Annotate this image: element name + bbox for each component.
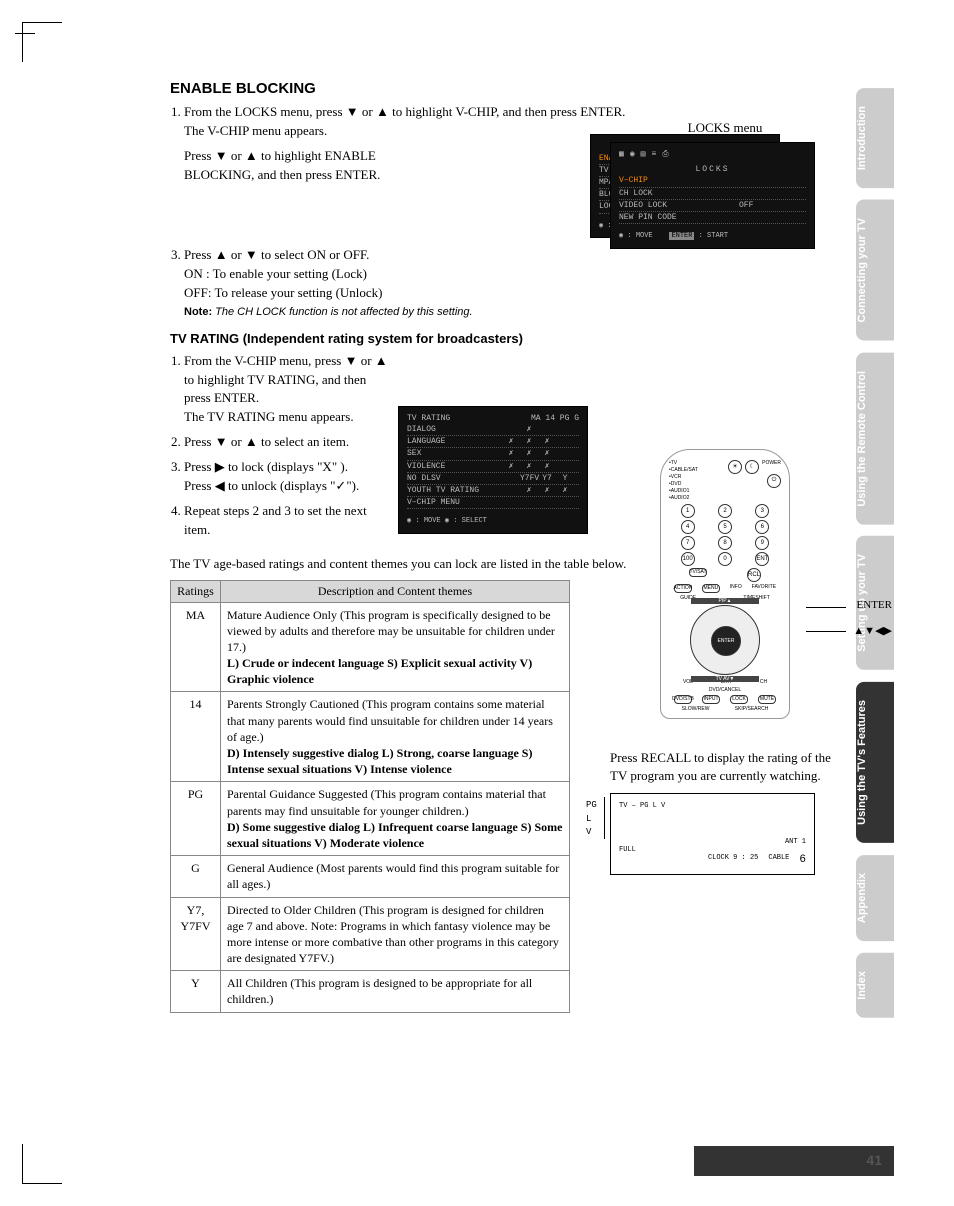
locks-menu-title: LOCKS menu bbox=[610, 120, 840, 136]
ratings-header-left: Ratings bbox=[171, 580, 221, 602]
remote-bottom-button[interactable]: DVD/STB bbox=[674, 695, 692, 704]
remote-mode-label: •AUDIO1 bbox=[669, 488, 698, 495]
recall-channel: 6 bbox=[799, 854, 806, 866]
osd-locks-row: NEW PIN CODE bbox=[619, 212, 806, 224]
remote-diagram: •TV•CABLE/SAT•VCR•DVD•AUDIO1•AUDIO2 ☀ ☾ … bbox=[660, 449, 790, 719]
menu-icon: ≡ bbox=[651, 149, 656, 160]
osd-tvr-title: TV RATING bbox=[407, 413, 450, 424]
callout-line bbox=[806, 631, 846, 632]
sleep-button[interactable]: ☾ bbox=[745, 460, 759, 474]
tvr-step3b: Press ◀ to unlock (displays "✓"). bbox=[184, 477, 394, 496]
osd-locks-footer-start: : START bbox=[694, 232, 728, 240]
table-row: PGParental Guidance Suggested (This prog… bbox=[171, 782, 570, 856]
recall-text: Press RECALL to display the rating of th… bbox=[610, 749, 840, 785]
osd-locks-title: LOCKS bbox=[619, 164, 806, 175]
power-label: POWER bbox=[762, 460, 781, 474]
osd-tvr-row: NO DLSVY7FVY7Y bbox=[407, 473, 579, 485]
tvr-step1-sub: The TV RATING menu appears. bbox=[184, 408, 394, 427]
action-button[interactable]: ACTION bbox=[674, 584, 692, 593]
step-2-text: Press ▼ or ▲ to highlight ENABLE BLOCKIN… bbox=[184, 148, 380, 182]
page-number: 41 bbox=[866, 1152, 882, 1168]
tvr-step3a: Press ▶ to lock (displays "X" ). bbox=[184, 459, 348, 474]
bracket bbox=[604, 797, 605, 839]
menu-icon: ◉ bbox=[630, 149, 635, 160]
step-3-text: Press ▲ or ▼ to select ON or OFF. bbox=[184, 247, 369, 262]
ratings-header-right: Description and Content themes bbox=[221, 580, 570, 602]
osd-tvr-row: DIALOG✗ bbox=[407, 424, 579, 436]
menu-button[interactable]: MENU bbox=[702, 584, 720, 593]
number-button[interactable]: 9 bbox=[755, 536, 769, 550]
light-button[interactable]: ☀ bbox=[728, 460, 742, 474]
table-row: GGeneral Audience (Most parents would fi… bbox=[171, 856, 570, 897]
number-button[interactable]: 5 bbox=[718, 520, 732, 534]
heading-enable-blocking: ENABLE BLOCKING bbox=[170, 80, 790, 97]
enter-button[interactable]: ENTER bbox=[711, 626, 741, 656]
number-button[interactable]: 3 bbox=[755, 504, 769, 518]
tvr-step2: Press ▼ or ▲ to select an item. bbox=[184, 434, 349, 449]
osd-recall: TV – PG L V ANT 1 FULL CLOCK 9 : 25 CABL… bbox=[610, 793, 815, 875]
number-button[interactable]: 100 bbox=[681, 552, 695, 566]
recall-main: TV – PG L V bbox=[619, 802, 806, 810]
ratings-table: Ratings Description and Content themes M… bbox=[170, 580, 570, 1013]
osd-locks: ▦ ◉ ▤ ≡ ⎙ LOCKS V–CHIPCH LOCKVIDEO LOCKO… bbox=[610, 142, 815, 249]
osd-locks-row: CH LOCK bbox=[619, 188, 806, 200]
osd-locks-enter-badge: ENTER bbox=[669, 232, 694, 240]
tvr-step4: Repeat steps 2 and 3 to set the next ite… bbox=[184, 503, 367, 537]
osd-locks-row: VIDEO LOCKOFF bbox=[619, 200, 806, 212]
callout-enter: ENTER bbox=[857, 599, 892, 611]
table-row: 14Parents Strongly Cautioned (This progr… bbox=[171, 692, 570, 782]
callout-arrows: ▲▼◀▶ bbox=[853, 624, 892, 637]
osd-tvr-cols: MA 14 PG G bbox=[531, 413, 579, 424]
osd-tv-rating: TV RATING MA 14 PG G DIALOG✗LANGUAGE✗✗✗S… bbox=[398, 406, 588, 534]
recall-ant: ANT 1 bbox=[785, 838, 806, 846]
osd-tvr-row: V–CHIP MENU bbox=[407, 497, 579, 509]
table-row: MAMature Audience Only (This program is … bbox=[171, 602, 570, 692]
number-button[interactable]: 8 bbox=[718, 536, 732, 550]
tvr-step1: From the V-CHIP menu, press ▼ or ▲ to hi… bbox=[184, 353, 388, 406]
menu-icon: ▤ bbox=[641, 149, 646, 160]
steps-tv-rating: From the V-CHIP menu, press ▼ or ▲ to hi… bbox=[184, 352, 394, 546]
remote-bottom-button[interactable]: INPUT bbox=[702, 695, 720, 704]
number-button[interactable]: 4 bbox=[681, 520, 695, 534]
table-row: YAll Children (This program is designed … bbox=[171, 971, 570, 1012]
dpad[interactable]: PIP▲ ENTER TV AV▼ bbox=[690, 605, 760, 675]
step-1-text: From the LOCKS menu, press ▼ or ▲ to hig… bbox=[184, 104, 625, 119]
osd-tvr-row: SEX✗✗✗ bbox=[407, 448, 579, 460]
osd-tvr-row: YOUTH TV RATING✗✗✗ bbox=[407, 485, 579, 497]
remote-bottom-label: SKIP/SEARCH bbox=[735, 706, 769, 712]
number-button[interactable]: ENT bbox=[755, 552, 769, 566]
menu-icon: ▦ bbox=[619, 149, 624, 160]
osd-locks-footer-move: ◉ : MOVE bbox=[619, 232, 653, 240]
osd-tvr-row: LANGUAGE✗✗✗ bbox=[407, 436, 579, 448]
recall-left-labels: PG L V bbox=[586, 799, 597, 840]
table-row: Y7, Y7FVDirected to Older Children (This… bbox=[171, 897, 570, 971]
tvsat-button[interactable]: TV/SAT bbox=[689, 568, 707, 577]
osd-tvr-footer: ◉ : MOVE ◉ : SELECT bbox=[407, 517, 579, 527]
remote-mode-label: •TV bbox=[669, 460, 698, 467]
number-button[interactable]: 1 bbox=[681, 504, 695, 518]
power-button[interactable]: ⏻ bbox=[767, 474, 781, 488]
remote-mode-label: •CABLE/SAT bbox=[669, 467, 698, 474]
recall-clock: CLOCK 9 : 25 bbox=[708, 854, 758, 866]
number-button[interactable]: 6 bbox=[755, 520, 769, 534]
osd-tvr-row: VIOLENCE✗✗✗ bbox=[407, 461, 579, 473]
remote-bottom-label: SLOW/REW bbox=[682, 706, 710, 712]
remote-mode-label: •AUDIO2 bbox=[669, 495, 698, 502]
recall-full: FULL bbox=[619, 846, 636, 854]
callout-line bbox=[806, 607, 846, 608]
remote-mode-label: •DVD bbox=[669, 481, 698, 488]
number-button[interactable]: 2 bbox=[718, 504, 732, 518]
menu-icon: ⎙ bbox=[662, 149, 668, 160]
recall-cable: CABLE bbox=[768, 854, 789, 866]
remote-mode-label: •VCR bbox=[669, 474, 698, 481]
osd-locks-row: V–CHIP bbox=[619, 175, 806, 187]
remote-bottom-button[interactable]: MUTE bbox=[758, 695, 776, 704]
rcl-button[interactable]: RCL bbox=[747, 568, 761, 582]
number-button[interactable]: 0 bbox=[718, 552, 732, 566]
remote-bottom-button[interactable]: LOCK bbox=[730, 695, 748, 704]
number-button[interactable]: 7 bbox=[681, 536, 695, 550]
